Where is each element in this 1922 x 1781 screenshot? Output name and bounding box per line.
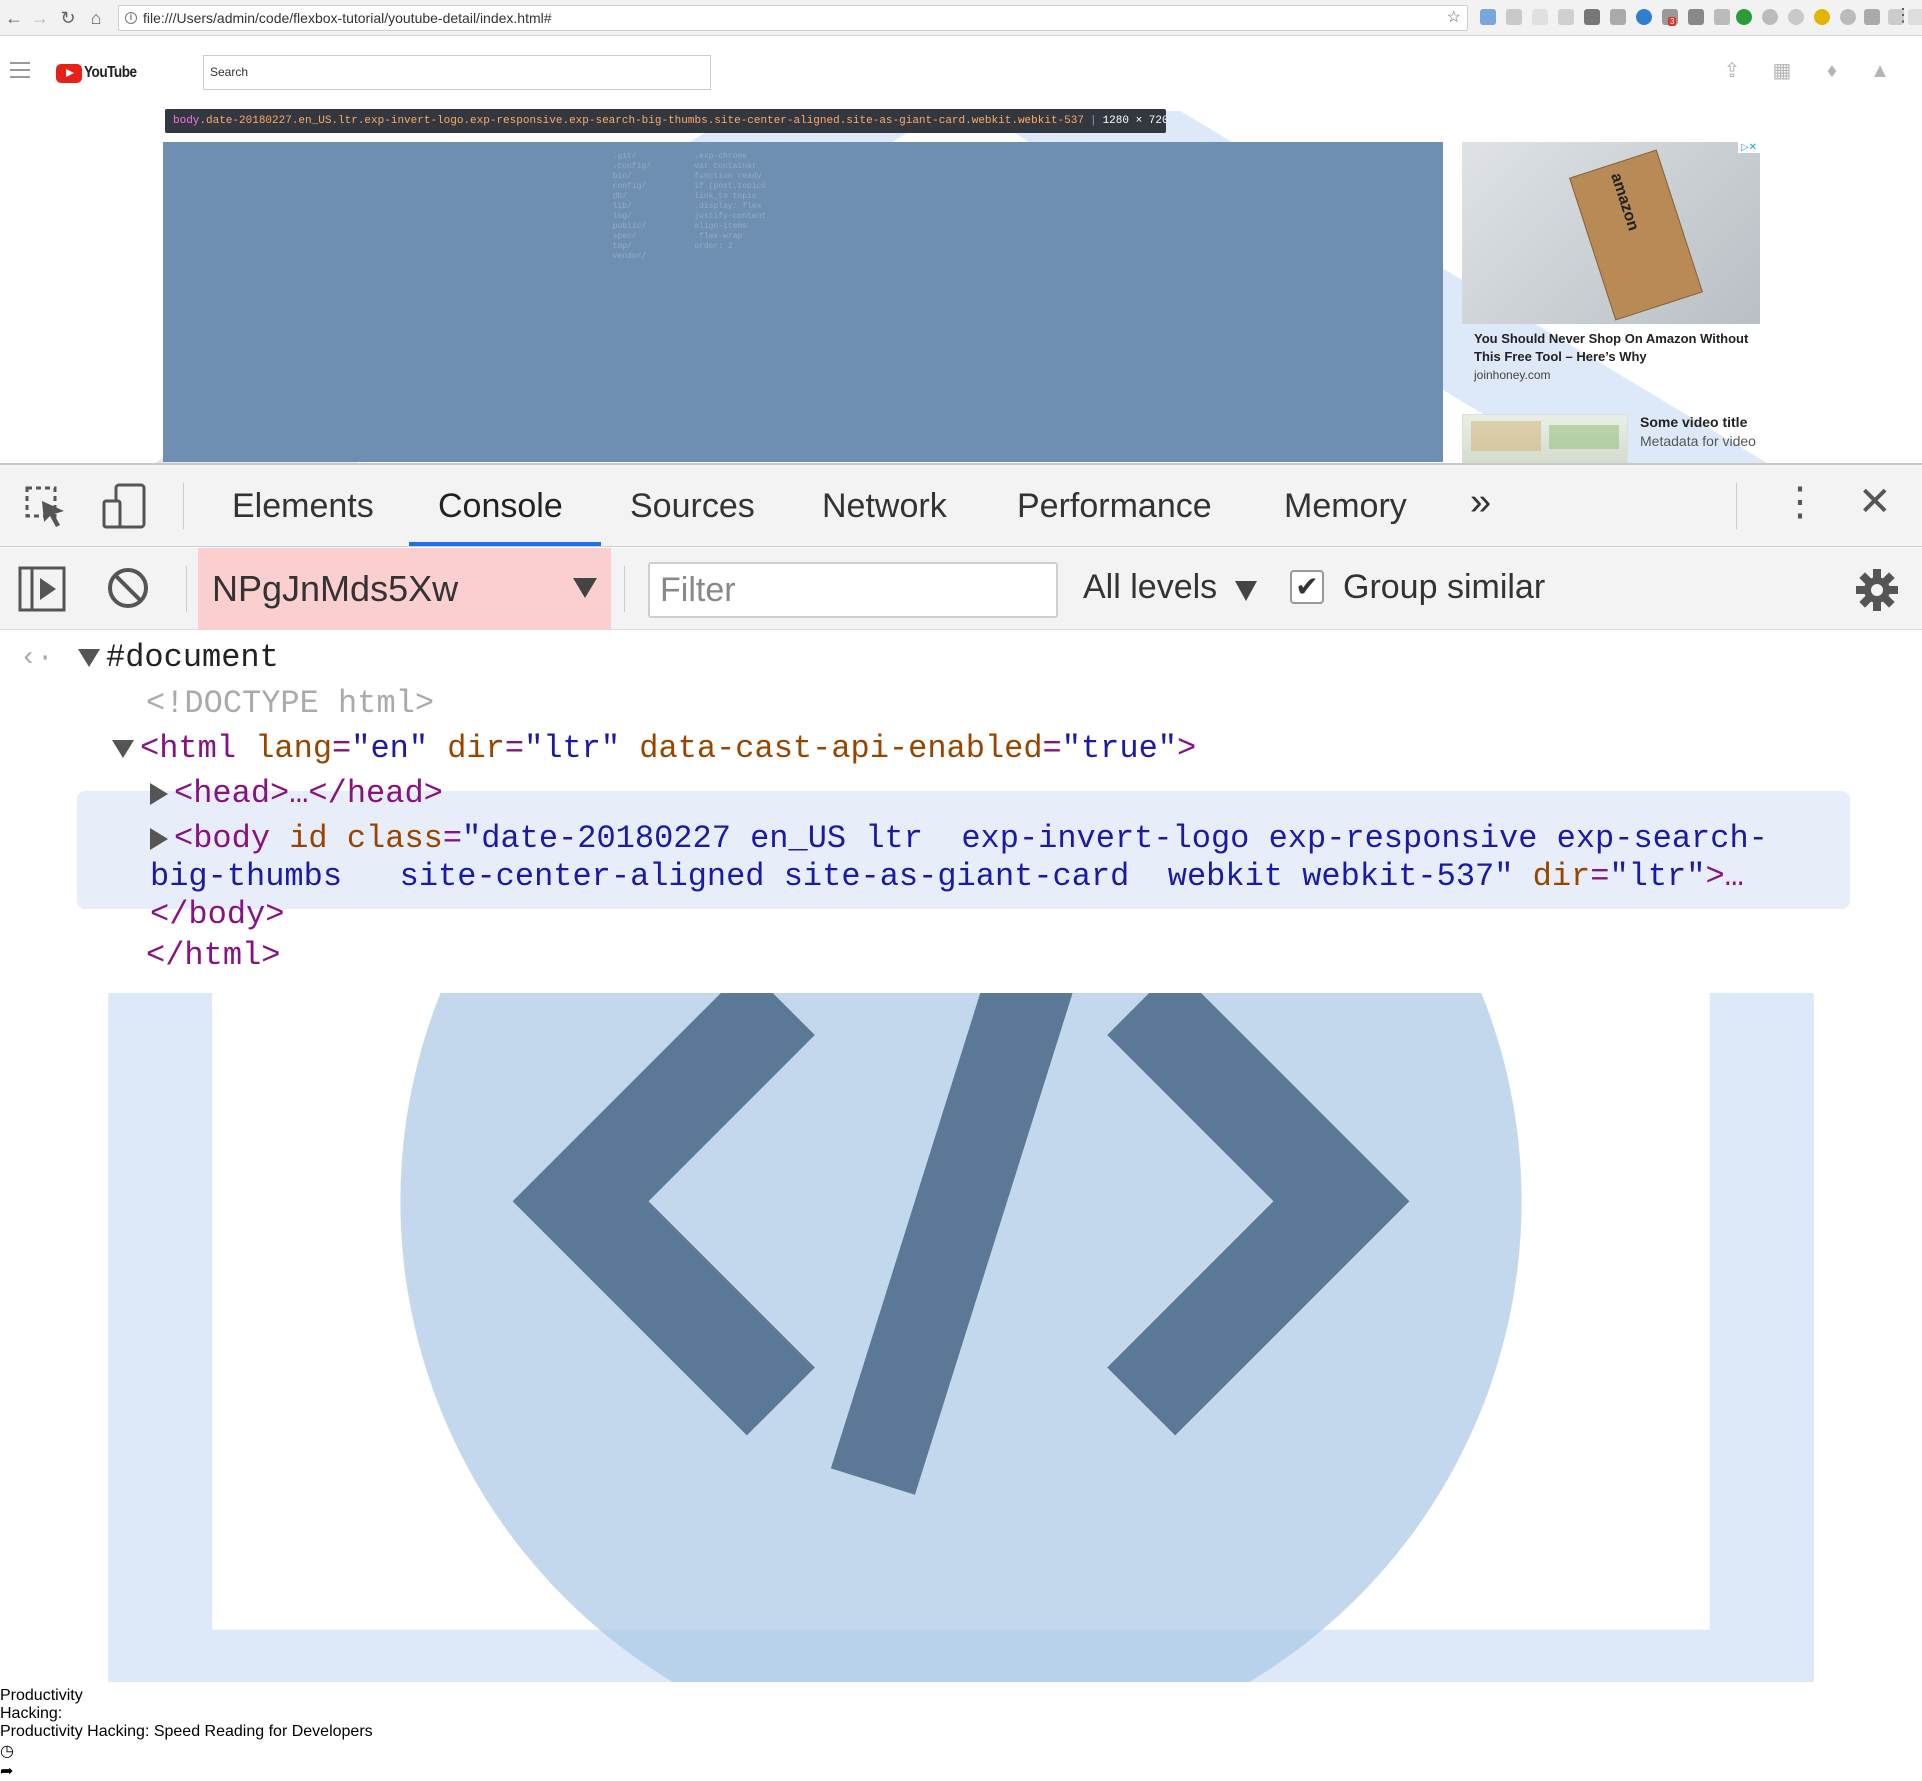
- expand-triangle-icon[interactable]: [112, 739, 134, 758]
- package-illustration: amazon: [1569, 149, 1703, 321]
- ad-choices-icon[interactable]: ▷✕: [1737, 142, 1760, 153]
- tooltip-classes: .date-20180227.en_US.ltr.exp-invert-logo…: [199, 115, 1084, 127]
- recommended-metadata: Metadata for video: [1640, 433, 1756, 449]
- thumbnail-title: Productivity Hacking:: [0, 1686, 83, 1722]
- tab-network[interactable]: Network: [822, 487, 947, 526]
- home-icon[interactable]: ⌂: [84, 6, 108, 30]
- youtube-logo[interactable]: YouTube: [56, 62, 146, 84]
- extension-icon[interactable]: [1864, 9, 1880, 25]
- javascript-context-select[interactable]: NPgJnMds5Xw: [198, 548, 611, 630]
- forward-icon[interactable]: →: [28, 6, 52, 30]
- body-close-tag: </body>: [150, 896, 285, 933]
- dropdown-arrow-icon[interactable]: [1235, 581, 1257, 601]
- back-icon[interactable]: ←: [2, 6, 26, 30]
- extension-icon[interactable]: [1558, 9, 1574, 25]
- ad-domain[interactable]: joinhoney.com: [1474, 368, 1551, 382]
- play-logo-icon: [56, 63, 82, 83]
- extension-icon[interactable]: [1814, 9, 1830, 25]
- inspect-element-tooltip: body.date-20180227.en_US.ltr.exp-invert-…: [165, 109, 1166, 133]
- dropdown-arrow-icon: [573, 578, 597, 598]
- device-toolbar-icon[interactable]: [100, 481, 150, 531]
- share-icon[interactable]: ➦: [0, 1761, 1922, 1781]
- extension-icon[interactable]: [1532, 9, 1548, 25]
- close-devtools-icon[interactable]: ✕: [1858, 479, 1892, 525]
- graduation-cap-icon[interactable]: ▲: [1868, 60, 1892, 82]
- ad-title[interactable]: You Should Never Shop On Amazon Without …: [1474, 330, 1764, 366]
- group-similar-checkbox[interactable]: ✔: [1290, 570, 1324, 604]
- document-node[interactable]: #document: [78, 639, 279, 676]
- ad-image[interactable]: amazon ▷✕: [1462, 142, 1760, 324]
- reload-icon[interactable]: ↻: [56, 6, 80, 30]
- tab-sources[interactable]: Sources: [630, 487, 755, 526]
- code-background: .git/ .exp-chrome .config/ var container…: [612, 152, 767, 261]
- devtools-panel: Elements Console Sources Network Perform…: [0, 463, 1922, 993]
- devtools-menu-icon[interactable]: ⋮: [1780, 479, 1820, 525]
- tooltip-size: 1280 × 720: [1102, 115, 1166, 127]
- active-tab-indicator: [409, 542, 601, 546]
- collapsed-triangle-icon[interactable]: [150, 827, 168, 850]
- apps-grid-icon[interactable]: ▦: [1770, 60, 1794, 82]
- tab-elements[interactable]: Elements: [232, 487, 374, 526]
- cast-icon[interactable]: [1688, 9, 1704, 25]
- extension-icon[interactable]: [1636, 9, 1652, 25]
- tab-memory[interactable]: Memory: [1284, 487, 1407, 526]
- browser-toolbar: ← → ↻ ⌂ i file:///Users/admin/code/flexb…: [0, 0, 1922, 36]
- tab-performance[interactable]: Performance: [1017, 487, 1212, 526]
- extension-icon[interactable]: [1840, 9, 1856, 25]
- extension-icon[interactable]: [1584, 9, 1600, 25]
- console-toolbar: NPgJnMds5Xw Filter All levels ✔ Group si…: [0, 548, 1922, 630]
- extension-icon[interactable]: [1480, 9, 1496, 25]
- recommended-thumbnail[interactable]: [1462, 414, 1628, 464]
- console-output: ‹· #document <!DOCTYPE html> <html lang=…: [0, 631, 1922, 995]
- menu-icon[interactable]: [10, 62, 30, 78]
- collapsed-triangle-icon[interactable]: [150, 782, 168, 805]
- youtube-header: YouTube Search ⇪ ▦ ♦ ▲: [0, 36, 1922, 111]
- filter-input[interactable]: Filter: [648, 562, 1058, 618]
- result-arrow-icon: ‹·: [20, 643, 54, 674]
- tab-console[interactable]: Console: [438, 487, 563, 526]
- recommended-title[interactable]: Some video title: [1640, 414, 1747, 430]
- log-levels-select[interactable]: All levels: [1083, 568, 1217, 607]
- watch-later-icon[interactable]: ◷: [0, 1741, 1922, 1761]
- gear-icon[interactable]: [1855, 568, 1899, 612]
- extension-icon[interactable]: [1714, 9, 1730, 25]
- extension-icon[interactable]: [1506, 9, 1522, 25]
- show-sidebar-icon[interactable]: [18, 566, 66, 612]
- extension-icon[interactable]: [1610, 9, 1626, 25]
- tooltip-tag: body: [173, 115, 200, 127]
- head-node[interactable]: <head>…</head>: [150, 775, 443, 812]
- body-node-continued: big-thumbs site-center-aligned site-as-g…: [150, 858, 1744, 895]
- logo-text: YouTube: [84, 64, 137, 81]
- info-icon[interactable]: i: [125, 12, 137, 24]
- bell-icon[interactable]: ♦: [1820, 60, 1844, 82]
- extension-icon[interactable]: [1762, 9, 1778, 25]
- context-value: NPgJnMds5Xw: [212, 568, 459, 609]
- url-text: file:///Users/admin/code/flexbox-tutoria…: [143, 10, 552, 26]
- upload-icon[interactable]: ⇪: [1720, 60, 1744, 82]
- inspect-element-icon[interactable]: [24, 485, 68, 529]
- doctype-node[interactable]: <!DOCTYPE html>: [146, 685, 434, 722]
- more-tabs-icon[interactable]: »: [1470, 481, 1491, 524]
- body-node[interactable]: <body id class="date-20180227 en_US ltr …: [150, 820, 1768, 857]
- video-player[interactable]: .git/ .exp-chrome .config/ var container…: [163, 142, 1443, 462]
- extension-icon[interactable]: 3: [1662, 9, 1678, 26]
- expand-triangle-icon[interactable]: [78, 648, 100, 667]
- browser-menu-icon[interactable]: ⋮: [1894, 5, 1912, 26]
- extension-icon[interactable]: [1788, 9, 1804, 25]
- html-close-tag: </html>: [146, 937, 281, 974]
- address-bar[interactable]: i file:///Users/admin/code/flexbox-tutor…: [118, 5, 1468, 31]
- video-title[interactable]: Productivity Hacking: Speed Reading for …: [0, 1723, 1922, 1741]
- extension-icon[interactable]: [1736, 9, 1752, 25]
- search-input[interactable]: Search: [203, 55, 711, 90]
- group-similar-label: Group similar: [1343, 568, 1546, 606]
- extension-badge: 3: [1668, 17, 1677, 26]
- devtools-tab-bar: Elements Console Sources Network Perform…: [0, 465, 1922, 547]
- html-node[interactable]: <html lang="en" dir="ltr" data-cast-api-…: [112, 730, 1196, 767]
- bookmark-star-icon[interactable]: ☆: [1447, 6, 1461, 30]
- clear-console-icon[interactable]: [106, 566, 150, 610]
